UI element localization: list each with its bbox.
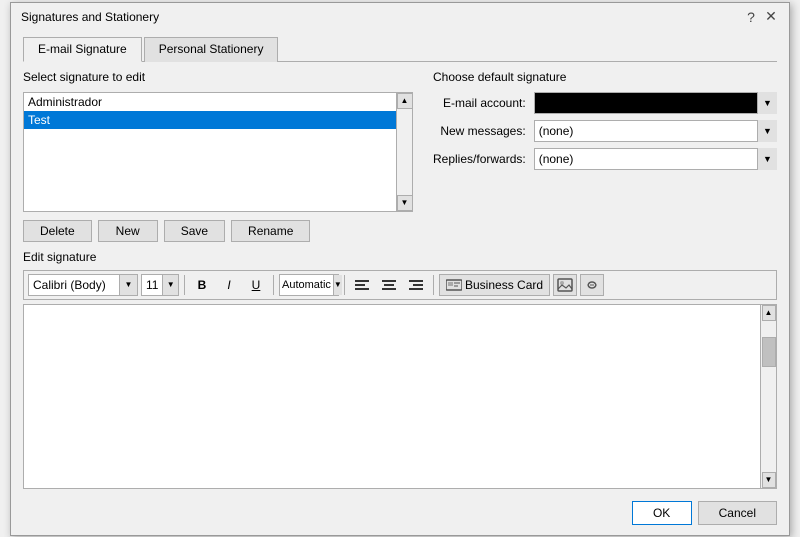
signature-list: Administrador Test [24, 93, 412, 129]
align-center-icon [382, 279, 396, 291]
business-card-icon [446, 279, 462, 291]
save-button[interactable]: Save [164, 220, 225, 242]
toolbar-divider-4 [433, 275, 434, 295]
edit-area-wrapper: ▲ ▼ [23, 304, 777, 489]
edit-scrollbar: ▲ ▼ [760, 305, 776, 488]
toolbar-divider-1 [184, 275, 185, 295]
title-bar: Signatures and Stationery ? ✕ [11, 3, 789, 29]
bottom-buttons: OK Cancel [23, 497, 777, 525]
dialog: Signatures and Stationery ? ✕ E-mail Sig… [10, 2, 790, 536]
new-messages-dropdown-wrapper: (none) ▼ [534, 120, 777, 142]
color-label: Automatic [282, 279, 331, 291]
new-messages-dropdown[interactable]: (none) [534, 120, 777, 142]
edit-sig-label: Edit signature [23, 250, 777, 264]
email-account-dropdown-wrapper: ▼ [534, 92, 777, 114]
scrollbar-down-arrow[interactable]: ▼ [397, 195, 413, 211]
underline-button[interactable]: U [244, 274, 268, 296]
title-bar-controls: ? ✕ [743, 9, 779, 25]
edit-scroll-down[interactable]: ▼ [762, 472, 776, 488]
font-size-selector[interactable]: 11 ▼ [141, 274, 179, 296]
font-name-text: Calibri (Body) [29, 278, 119, 292]
color-selector[interactable]: Automatic ▼ [279, 274, 339, 296]
cancel-button[interactable]: Cancel [698, 501, 777, 525]
font-name-selector[interactable]: Calibri (Body) ▼ [28, 274, 138, 296]
align-left-icon [355, 279, 369, 291]
default-sig-label: Choose default signature [433, 70, 777, 84]
signature-toolbar: Calibri (Body) ▼ 11 ▼ B I U Automatic ▼ [23, 270, 777, 300]
left-panel: Select signature to edit Administrador T… [23, 70, 413, 242]
toolbar-divider-2 [273, 275, 274, 295]
replies-forwards-dropdown[interactable]: (none) [534, 148, 777, 170]
insert-image-button[interactable] [553, 274, 577, 296]
hyperlink-icon [584, 278, 600, 292]
italic-button[interactable]: I [217, 274, 241, 296]
tab-bar: E-mail Signature Personal Stationery [23, 37, 777, 62]
rename-button[interactable]: Rename [231, 220, 310, 242]
font-name-arrow[interactable]: ▼ [119, 275, 137, 295]
insert-image-icon [557, 278, 573, 292]
dialog-content: E-mail Signature Personal Stationery Sel… [11, 29, 789, 535]
signature-button-row: Delete New Save Rename [23, 220, 413, 242]
font-size-arrow[interactable]: ▼ [162, 275, 178, 295]
email-account-dropdown[interactable] [534, 92, 777, 114]
replies-forwards-dropdown-wrapper: (none) ▼ [534, 148, 777, 170]
replies-forwards-label: Replies/forwards: [433, 152, 526, 166]
align-right-icon [409, 279, 423, 291]
signature-list-scrollbar: ▲ ▼ [396, 93, 412, 211]
new-button[interactable]: New [98, 220, 158, 242]
help-button[interactable]: ? [743, 9, 759, 25]
tab-email-signature[interactable]: E-mail Signature [23, 37, 142, 62]
insert-hyperlink-button[interactable] [580, 274, 604, 296]
toolbar-divider-3 [344, 275, 345, 295]
signature-edit-area[interactable] [24, 305, 760, 488]
close-button[interactable]: ✕ [763, 9, 779, 25]
edit-scroll-up[interactable]: ▲ [762, 305, 776, 321]
right-panel: Choose default signature E-mail account:… [433, 70, 777, 242]
dialog-title: Signatures and Stationery [21, 10, 159, 24]
scrollbar-up-arrow[interactable]: ▲ [397, 93, 413, 109]
align-left-button[interactable] [350, 274, 374, 296]
ok-button[interactable]: OK [632, 501, 692, 525]
edit-signature-section: Edit signature Calibri (Body) ▼ 11 ▼ B I… [23, 250, 777, 489]
align-right-button[interactable] [404, 274, 428, 296]
main-area: Select signature to edit Administrador T… [23, 70, 777, 242]
signature-item-administrador[interactable]: Administrador [24, 93, 412, 111]
delete-button[interactable]: Delete [23, 220, 92, 242]
tab-personal-stationery[interactable]: Personal Stationery [144, 37, 279, 62]
business-card-label: Business Card [465, 278, 543, 292]
business-card-button[interactable]: Business Card [439, 274, 550, 296]
new-messages-label: New messages: [433, 124, 526, 138]
edit-scroll-thumb[interactable] [762, 337, 776, 367]
color-arrow[interactable]: ▼ [333, 275, 342, 295]
align-center-button[interactable] [377, 274, 401, 296]
font-size-text: 11 [142, 278, 162, 292]
default-sig-grid: E-mail account: ▼ New messages: (none) ▼… [433, 92, 777, 170]
bold-button[interactable]: B [190, 274, 214, 296]
signature-item-test[interactable]: Test [24, 111, 412, 129]
select-sig-label: Select signature to edit [23, 70, 413, 84]
email-account-label: E-mail account: [433, 96, 526, 110]
signature-list-container[interactable]: Administrador Test ▲ ▼ [23, 92, 413, 212]
